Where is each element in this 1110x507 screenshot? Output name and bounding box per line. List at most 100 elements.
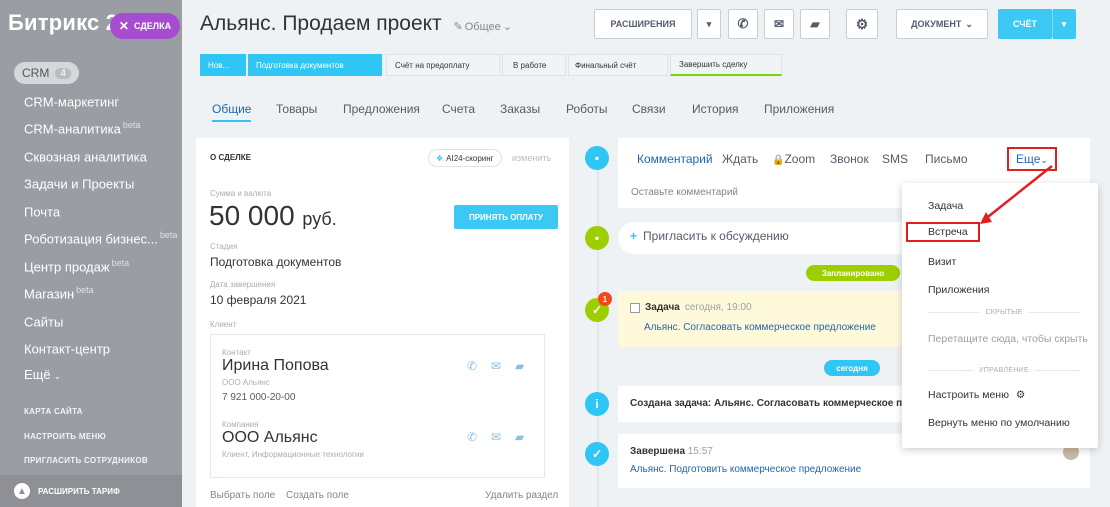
comment-input[interactable]: Оставьте комментарий	[631, 187, 738, 198]
stage-prepayment-invoice[interactable]: Счёт на предоплату	[386, 54, 500, 76]
gear-icon[interactable]: ⚙	[846, 9, 878, 39]
sidebar-item-store[interactable]: Магазин beta	[24, 285, 94, 301]
contact-phone[interactable]: 7 921 000-20-00	[222, 392, 295, 403]
activity-tab-zoom[interactable]: 🔒Zoom	[772, 152, 815, 166]
task-card[interactable]	[618, 291, 902, 347]
sidebar-item-crm[interactable]: CRM 4	[14, 62, 79, 84]
extensions-button[interactable]: РАСШИРЕНИЯ	[594, 9, 692, 39]
today-badge: сегодня	[824, 360, 880, 376]
invoice-dropdown[interactable]: ▾	[1052, 9, 1076, 39]
phone-icon[interactable]: ✆	[728, 9, 758, 39]
tab-orders[interactable]: Заказы	[500, 102, 540, 116]
menu-item-apps[interactable]: Приложения	[928, 284, 989, 296]
sidebar-item-contact-center[interactable]: Контакт-центр	[24, 340, 112, 356]
menu-item-configure[interactable]: Настроить меню ⚙	[928, 389, 1025, 401]
hidden-section-divider: СКРЫТЫЕ	[928, 309, 1080, 316]
task-done-icon: ✓	[585, 442, 609, 466]
stage-document-prep[interactable]: Подготовка документов	[248, 54, 382, 76]
invite-to-discussion[interactable]: + Пригласить к обсуждению	[630, 229, 789, 243]
sidebar-item-crm-marketing[interactable]: CRM-маркетинг	[24, 93, 121, 109]
edit-section-link[interactable]: изменить	[512, 153, 551, 163]
task-checkbox[interactable]	[630, 302, 640, 313]
extensions-dropdown[interactable]: ▾	[697, 9, 721, 39]
configure-menu-link[interactable]: НАСТРОИТЬ МЕНЮ	[24, 432, 106, 441]
activity-tab-email[interactable]: Письмо	[925, 152, 968, 166]
close-date-value[interactable]: 10 февраля 2021	[210, 293, 306, 307]
mail-icon[interactable]: ✉	[491, 359, 501, 373]
chat-icon[interactable]: ▰	[800, 9, 830, 39]
tab-general[interactable]: Общие	[212, 102, 252, 122]
sidebar-item-automation[interactable]: Роботизация бизнес... beta	[24, 230, 177, 246]
accept-payment-button[interactable]: ПРИНЯТЬ ОПЛАТУ	[454, 205, 558, 229]
create-field-link[interactable]: Создать поле	[286, 490, 349, 501]
invoice-button[interactable]: СЧЁТ	[998, 9, 1052, 39]
task-description[interactable]: Альянс. Согласовать коммерческое предлож…	[644, 322, 876, 333]
completed-time: 15:57	[687, 446, 713, 457]
lock-icon: 🔒	[772, 155, 785, 166]
phone-icon[interactable]: ✆	[467, 359, 477, 373]
sidebar-item-tasks[interactable]: Задачи и Проекты	[24, 175, 136, 191]
activity-tab-call[interactable]: Звонок	[830, 152, 869, 166]
stage-label: Стадия	[210, 242, 238, 251]
completed-header: Завершена 15:57	[630, 446, 713, 457]
scoring-label: AI24-скоринг	[446, 153, 494, 163]
planned-badge: Запланировано	[806, 265, 900, 281]
contact-name[interactable]: Ирина Попова	[222, 357, 329, 375]
contact-company: ООО Альянс	[222, 378, 270, 387]
sitemap-link[interactable]: КАРТА САЙТА	[24, 407, 83, 416]
activity-tab-wait[interactable]: Ждать	[722, 152, 758, 166]
stage-final-invoice[interactable]: Финальный счёт	[568, 54, 668, 76]
chat-icon[interactable]: ▰	[515, 359, 524, 373]
ai-scoring-button[interactable]: ❖ AI24-скоринг	[428, 149, 502, 167]
chat-icon[interactable]: ▰	[515, 430, 524, 444]
tab-invoices[interactable]: Счета	[442, 102, 475, 116]
chevron-down-icon: ▾	[706, 18, 712, 29]
scoring-icon: ❖	[436, 153, 444, 163]
stage-value[interactable]: Подготовка документов	[210, 255, 341, 269]
client-label: Клиент	[210, 320, 237, 329]
tab-products[interactable]: Товары	[276, 102, 317, 116]
menu-item-meeting[interactable]: Встреча	[906, 222, 980, 242]
select-field-link[interactable]: Выбрать поле	[210, 490, 275, 501]
tab-history[interactable]: История	[692, 102, 739, 116]
amount-label: Сумма и валюта	[210, 189, 272, 198]
deal-category[interactable]: Общее	[465, 21, 501, 33]
deal-title[interactable]: Альянс. Продаем проект	[200, 12, 442, 35]
sidebar-item-more[interactable]: Ещё ⌄	[24, 367, 61, 382]
invite-employees-link[interactable]: ПРИГЛАСИТЬ СОТРУДНИКОВ	[24, 456, 148, 465]
mail-icon[interactable]: ✉	[764, 9, 794, 39]
close-deal-button[interactable]: ✕ СДЕЛКА	[110, 13, 180, 39]
tab-apps[interactable]: Приложения	[764, 102, 834, 116]
activity-tab-comment[interactable]: Комментарий	[637, 152, 713, 166]
company-name[interactable]: ООО Альянс	[222, 429, 318, 447]
task-notification-badge: 1	[598, 292, 612, 306]
hidden-section-label: СКРЫТЫЕ	[985, 309, 1023, 316]
sidebar-item-mail[interactable]: Почта	[24, 203, 62, 219]
tab-links[interactable]: Связи	[632, 102, 666, 116]
invite-label: Пригласить к обсуждению	[643, 229, 789, 243]
stage-close-deal[interactable]: Завершить сделку	[670, 54, 782, 76]
edit-icon[interactable]: ✎	[454, 21, 463, 33]
phone-icon[interactable]: ✆	[467, 430, 477, 444]
menu-item-visit[interactable]: Визит	[928, 256, 956, 268]
completed-description[interactable]: Альянс. Подготовить коммерческое предлож…	[630, 464, 861, 475]
delete-section-link[interactable]: Удалить раздел	[485, 490, 558, 501]
sidebar-item-sales-center[interactable]: Центр продаж beta	[24, 258, 129, 274]
menu-item-reset[interactable]: Вернуть меню по умолчанию	[928, 417, 1070, 429]
tab-offers[interactable]: Предложения	[343, 102, 420, 116]
upgrade-plan-label: РАСШИРИТЬ ТАРИФ	[38, 486, 120, 496]
sidebar-item-crm-analytics[interactable]: CRM-аналитика beta	[24, 120, 140, 136]
amount-value: 50 000	[209, 200, 295, 231]
comment-icon: ▪	[585, 146, 609, 170]
menu-item-task[interactable]: Задача	[928, 200, 963, 212]
document-button[interactable]: ДОКУМЕНТ ⌄	[896, 9, 988, 39]
activity-tab-sms[interactable]: SMS	[882, 152, 908, 166]
sidebar-item-end-to-end-analytics[interactable]: Сквозная аналитика	[24, 148, 149, 164]
upgrade-plan-button[interactable]: ▲ РАСШИРИТЬ ТАРИФ	[0, 475, 182, 507]
stage-new[interactable]: Нов...	[200, 54, 246, 76]
mail-icon[interactable]: ✉	[491, 430, 501, 444]
manage-section-divider: УПРАВЛЕНИЕ	[928, 367, 1080, 374]
stage-in-progress[interactable]: В работе	[502, 54, 566, 76]
tab-robots[interactable]: Роботы	[566, 102, 608, 116]
sidebar-item-sites[interactable]: Сайты	[24, 313, 65, 329]
